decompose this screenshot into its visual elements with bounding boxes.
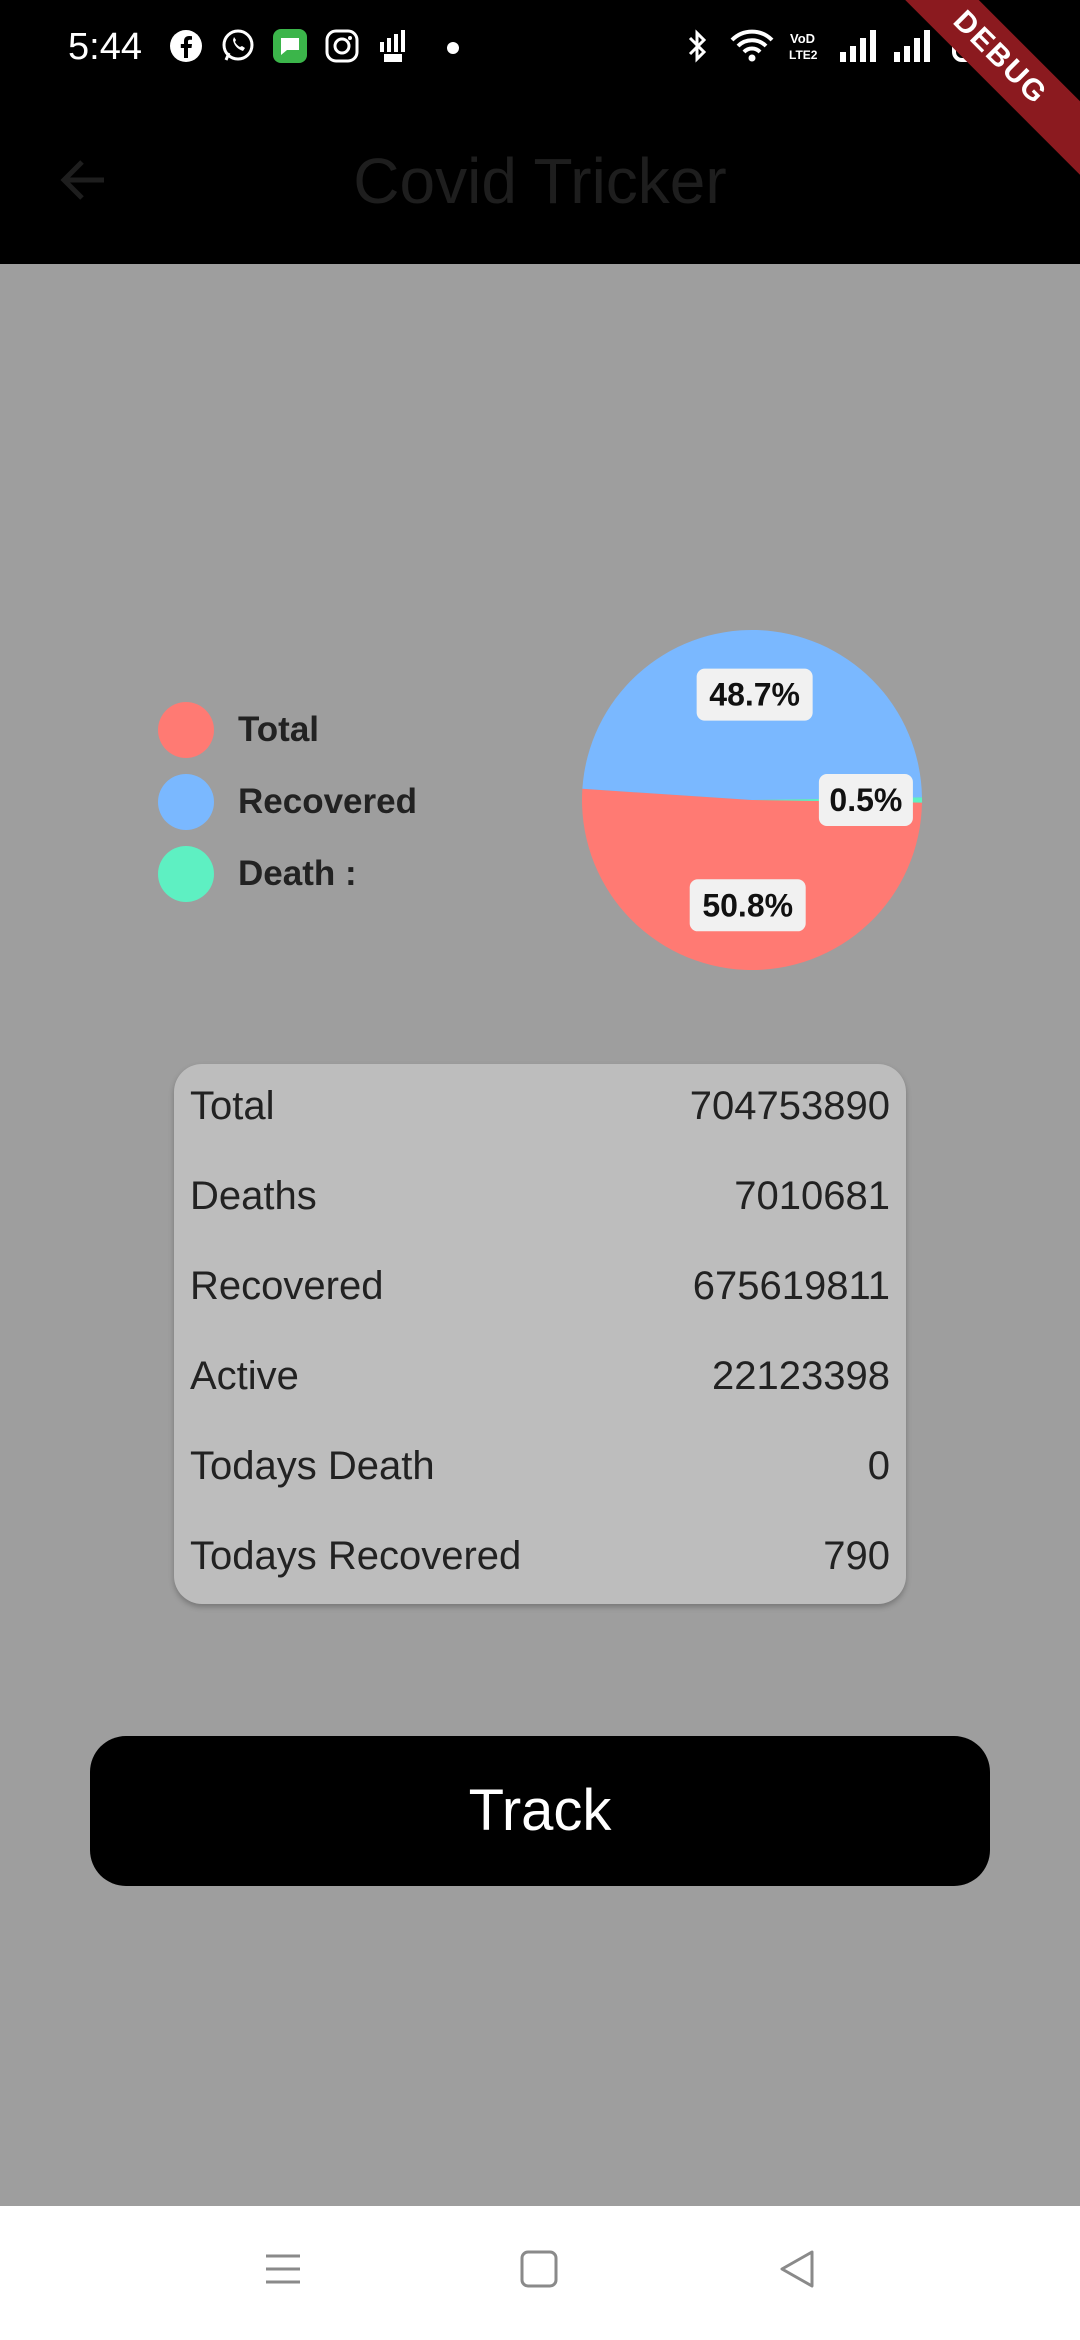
- legend-item-recovered: Recovered: [158, 772, 458, 844]
- stat-label: Todays Recovered: [190, 1534, 522, 1578]
- stat-label: Recovered: [190, 1264, 384, 1308]
- stat-value: 790: [823, 1534, 890, 1578]
- stat-label: Active: [190, 1354, 299, 1398]
- whatsapp-icon: [222, 29, 254, 61]
- legend-label: Death :: [238, 854, 357, 893]
- volte-icon: VoD LTE2: [789, 31, 818, 62]
- back-triangle-icon[interactable]: [776, 2248, 818, 2290]
- legend-swatch: [158, 702, 214, 758]
- facebook-icon: [170, 30, 202, 62]
- stat-row-recovered: Recovered 675619811: [190, 1244, 890, 1334]
- pie-label: 50.8%: [689, 879, 806, 932]
- stat-row-active: Active 22123398: [190, 1334, 890, 1424]
- signal-icon: [840, 30, 876, 62]
- svg-text:VoD: VoD: [790, 31, 815, 46]
- stat-value: 0: [867, 1444, 890, 1488]
- stat-row-total: Total 704753890: [190, 1064, 890, 1154]
- signal-icon: [894, 30, 930, 62]
- page-title: Covid Tricker: [353, 145, 727, 217]
- stat-value: 675619811: [692, 1264, 890, 1308]
- status-bar: 5:44 VoD LTE2: [0, 0, 1080, 96]
- legend-swatch: [158, 774, 214, 830]
- app-bar: Covid Tricker: [0, 96, 1080, 264]
- notification-dot: [447, 42, 459, 54]
- stat-row-todays-death: Todays Death 0: [190, 1424, 890, 1514]
- pie-label-text: 48.7%: [709, 677, 800, 713]
- pie-label-text: 50.8%: [702, 887, 793, 923]
- stat-label: Total: [190, 1084, 275, 1128]
- app-screen: 5:44 VoD LTE2 Covid Tricker DEBUG Total …: [0, 0, 1080, 2340]
- stats-card: Total 704753890 Deaths 7010681 Recovered…: [174, 1064, 906, 1604]
- pie-label: 0.5%: [818, 773, 913, 826]
- legend-label: Total: [238, 710, 320, 749]
- legend-label: Recovered: [238, 782, 417, 821]
- svg-text:LTE2: LTE2: [789, 48, 818, 62]
- status-time: 5:44: [68, 26, 142, 68]
- track-button[interactable]: Track: [90, 1736, 990, 1886]
- signal-bars-icon: [380, 30, 405, 62]
- messages-icon: [273, 29, 307, 63]
- legend-swatch: [158, 846, 214, 902]
- wifi-icon: [730, 29, 774, 62]
- stat-label: Todays Death: [190, 1444, 435, 1488]
- menu-icon[interactable]: [262, 2248, 304, 2290]
- stat-value: 22123398: [712, 1354, 890, 1398]
- pie-label-text: 0.5%: [829, 782, 902, 818]
- stat-value: 7010681: [734, 1174, 890, 1218]
- pie-chart: 50.8% 48.7% 0.5%: [582, 629, 922, 970]
- stat-row-todays-recovered: Todays Recovered 790: [190, 1514, 890, 1604]
- stat-label: Deaths: [190, 1174, 317, 1218]
- stat-value: 704753890: [689, 1084, 890, 1128]
- bluetooth-icon: [688, 29, 707, 63]
- system-nav-bar: [0, 2206, 1080, 2340]
- instagram-icon: [325, 29, 359, 63]
- stat-row-deaths: Deaths 7010681: [190, 1154, 890, 1244]
- chart-legend: Total Recovered Death :: [158, 700, 458, 916]
- legend-item-total: Total: [158, 700, 458, 772]
- pie-label: 48.7%: [696, 668, 813, 721]
- home-icon[interactable]: [518, 2248, 560, 2290]
- legend-item-death: Death :: [158, 844, 458, 916]
